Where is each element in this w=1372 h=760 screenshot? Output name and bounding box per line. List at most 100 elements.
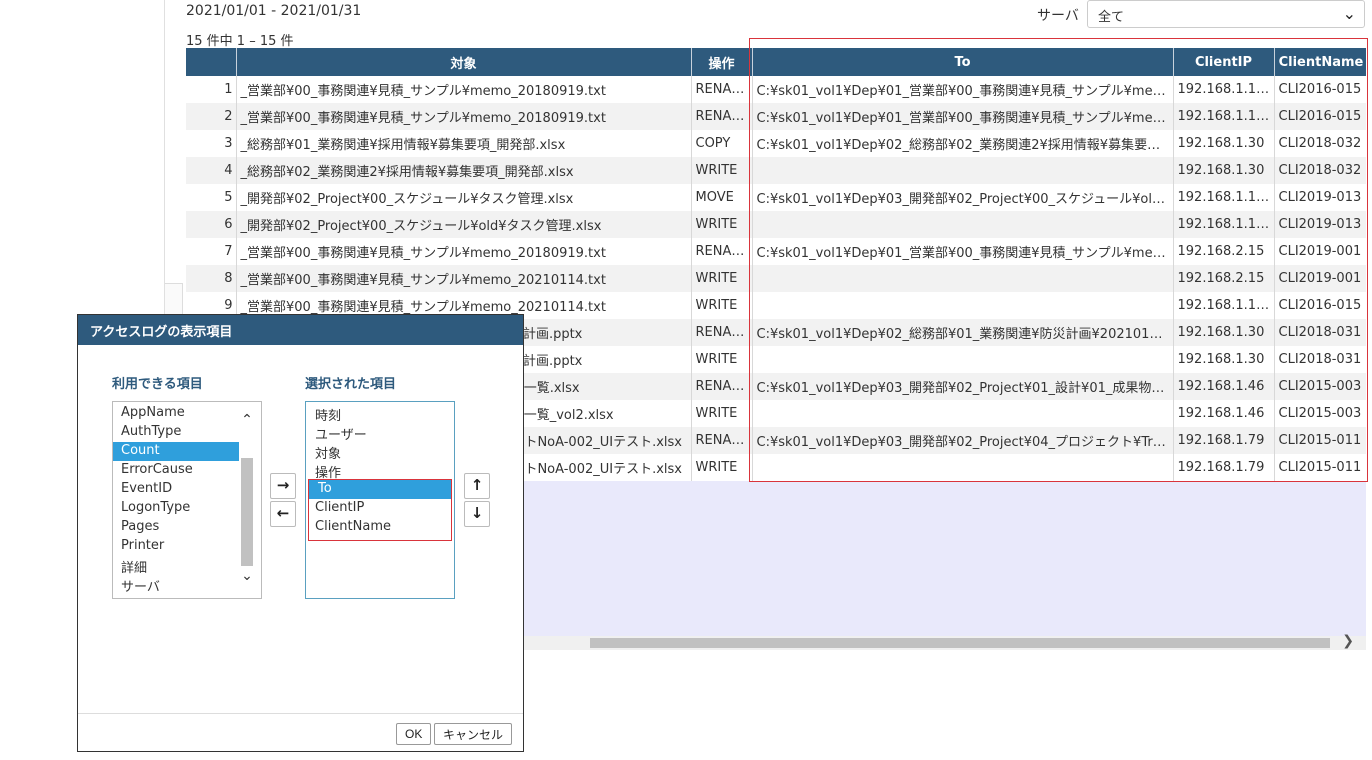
table-row[interactable]: 7 _営業部¥00_事務関連¥見積_サンプル¥memo_20180919.txt R… [186, 238, 1366, 265]
chevron-down-icon[interactable]: ⌄ [239, 568, 255, 584]
column-header-to[interactable]: To [752, 48, 1174, 76]
operation-cell: RENAME [691, 427, 753, 454]
column-header-operation[interactable]: 操作 [691, 48, 753, 76]
to-cell: C:¥sk01_vol1¥Dep¥03_開発部¥02_Project¥01_設計… [752, 373, 1174, 400]
cancel-button[interactable]: キャンセル [434, 723, 513, 745]
server-label: サーバ [1037, 8, 1079, 24]
client-name-cell: CLI2018-032 [1274, 130, 1366, 157]
operation-cell: RENAME [691, 76, 753, 103]
scrollbar-thumb[interactable] [241, 458, 253, 566]
client-ip-cell: 192.168.1.155 [1173, 103, 1275, 130]
target-cell: _開発部¥02_Project¥00_スケジュール¥タスク管理.xlsx [236, 184, 692, 211]
client-ip-cell: 192.168.1.46 [1173, 400, 1275, 427]
target-cell: _営業部¥00_事務関連¥見積_サンプル¥memo_20210114.txt [236, 265, 692, 292]
operation-cell: RENAME [691, 103, 753, 130]
server-select[interactable]: 全て ⌄ [1087, 0, 1365, 28]
operation-cell: WRITE [691, 292, 753, 319]
row-index: 3 [186, 130, 237, 157]
list-item[interactable]: Count [113, 442, 239, 461]
to-cell: C:¥sk01_vol1¥Dep¥02_総務部¥01_業務関連¥防災計画¥202… [752, 319, 1174, 346]
client-ip-cell: 192.168.1.30 [1173, 319, 1275, 346]
to-cell: C:¥sk01_vol1¥Dep¥02_総務部¥02_業務関連2¥採用情報¥募集… [752, 130, 1174, 157]
client-name-cell: CLI2019-001 [1274, 265, 1366, 292]
client-ip-cell: 192.168.1.79 [1173, 454, 1275, 481]
column-header-client-name[interactable]: ClientName [1274, 48, 1366, 76]
operation-cell: RENAME [691, 238, 753, 265]
move-down-button[interactable]: ↓ [464, 501, 490, 527]
vertical-scrollbar[interactable]: ⌃ ⌄ [239, 408, 255, 594]
operation-cell: WRITE [691, 157, 753, 184]
row-index: 2 [186, 103, 237, 130]
move-up-button[interactable]: ↑ [464, 473, 490, 499]
client-name-cell: CLI2015-011 [1274, 454, 1366, 481]
target-cell: _総務部¥01_業務関連¥採用情報¥募集要項_開発部.xlsx [236, 130, 692, 157]
client-ip-cell: 192.168.1.46 [1173, 373, 1275, 400]
table-row[interactable]: 5 _開発部¥02_Project¥00_スケジュール¥タスク管理.xlsx MOV… [186, 184, 1366, 211]
operation-cell: WRITE [691, 400, 753, 427]
column-header-client-ip[interactable]: ClientIP [1173, 48, 1275, 76]
scrollbar-thumb[interactable] [590, 638, 1330, 648]
dialog-footer-divider [78, 713, 523, 714]
table-row[interactable]: 6 _開発部¥02_Project¥00_スケジュール¥old¥タスク管理.xls… [186, 211, 1366, 238]
target-cell: _総務部¥02_業務関連2¥採用情報¥募集要項_開発部.xlsx [236, 157, 692, 184]
table-row[interactable]: 4 _総務部¥02_業務関連2¥採用情報¥募集要項_開発部.xlsx WRITE 19… [186, 157, 1366, 184]
client-name-cell: CLI2015-011 [1274, 427, 1366, 454]
list-item[interactable]: ErrorCause [113, 461, 239, 480]
list-item[interactable]: 対象 [306, 442, 454, 462]
selected-items-heading: 選択された項目 [305, 377, 397, 392]
operation-cell: COPY [691, 130, 753, 157]
list-item[interactable]: 操作 [306, 461, 454, 481]
period-range: 2021/01/01 - 2021/01/31 [186, 3, 362, 19]
to-cell [752, 265, 1174, 292]
ok-button[interactable]: OK [396, 723, 432, 745]
table-row[interactable]: 8 _営業部¥00_事務関連¥見積_サンプル¥memo_20210114.txt W… [186, 265, 1366, 292]
highlight-frame [308, 479, 452, 541]
column-header-target[interactable]: 対象 [236, 48, 692, 76]
arrow-down-icon: ↓ [470, 504, 484, 522]
client-ip-cell: 192.168.1.30 [1173, 346, 1275, 373]
add-item-button[interactable]: → [270, 473, 296, 499]
list-item[interactable]: Printer [113, 537, 239, 556]
client-name-cell: CLI2019-001 [1274, 238, 1366, 265]
target-cell: _営業部¥00_事務関連¥見積_サンプル¥memo_20180919.txt [236, 103, 692, 130]
row-index: 7 [186, 238, 237, 265]
operation-cell: RENAME [691, 373, 753, 400]
to-cell: C:¥sk01_vol1¥Dep¥03_開発部¥02_Project¥00_スケ… [752, 184, 1174, 211]
list-item[interactable]: ユーザー [306, 423, 454, 443]
row-index: 1 [186, 76, 237, 103]
to-cell [752, 211, 1174, 238]
result-count: 15 件中 1 – 15 件 [186, 34, 294, 49]
chevron-down-icon: ⌄ [1342, 4, 1356, 23]
list-item[interactable]: Pages [113, 518, 239, 537]
list-item[interactable]: 詳細 [113, 556, 239, 576]
table-row[interactable]: 1 _営業部¥00_事務関連¥見積_サンプル¥memo_20180919.txt R… [186, 76, 1366, 103]
list-item[interactable]: サーバ [113, 575, 239, 595]
target-cell: _営業部¥00_事務関連¥見積_サンプル¥memo_20180919.txt [236, 76, 692, 103]
list-item[interactable]: AppName [113, 404, 239, 423]
client-ip-cell: 192.168.1.105 [1173, 184, 1275, 211]
list-item[interactable]: LogonType [113, 499, 239, 518]
chevron-up-icon[interactable]: ⌃ [239, 412, 255, 428]
row-index: 4 [186, 157, 237, 184]
to-cell [752, 454, 1174, 481]
server-select-value: 全て [1098, 10, 1125, 25]
table-row[interactable]: 2 _営業部¥00_事務関連¥見積_サンプル¥memo_20180919.txt R… [186, 103, 1366, 130]
target-cell: _開発部¥02_Project¥00_スケジュール¥old¥タスク管理.xlsx [236, 211, 692, 238]
client-name-cell: CLI2018-031 [1274, 346, 1366, 373]
list-item[interactable]: AuthType [113, 423, 239, 442]
selected-items-list[interactable]: 時刻 ユーザー 対象 操作 To ClientIP ClientName [305, 401, 455, 599]
row-index: 8 [186, 265, 237, 292]
list-item[interactable]: 時刻 [306, 404, 454, 424]
chevron-right-icon[interactable]: ❯ [1342, 633, 1354, 649]
list-item[interactable]: EventID [113, 480, 239, 499]
remove-item-button[interactable]: ← [270, 501, 296, 527]
available-items-list[interactable]: AppName AuthType Count ErrorCause EventID Log… [112, 401, 262, 599]
table-row[interactable]: 3 _総務部¥01_業務関連¥採用情報¥募集要項_開発部.xlsx COPY C:¥s… [186, 130, 1366, 157]
client-ip-cell: 192.168.2.15 [1173, 238, 1275, 265]
column-header-index[interactable] [186, 48, 237, 76]
operation-cell: WRITE [691, 211, 753, 238]
panel-collapse-handle[interactable] [165, 283, 183, 315]
to-cell: C:¥sk01_vol1¥Dep¥03_開発部¥02_Project¥04_プロ… [752, 427, 1174, 454]
dialog-title: アクセスログの表示項目 [78, 315, 523, 345]
to-cell [752, 157, 1174, 184]
